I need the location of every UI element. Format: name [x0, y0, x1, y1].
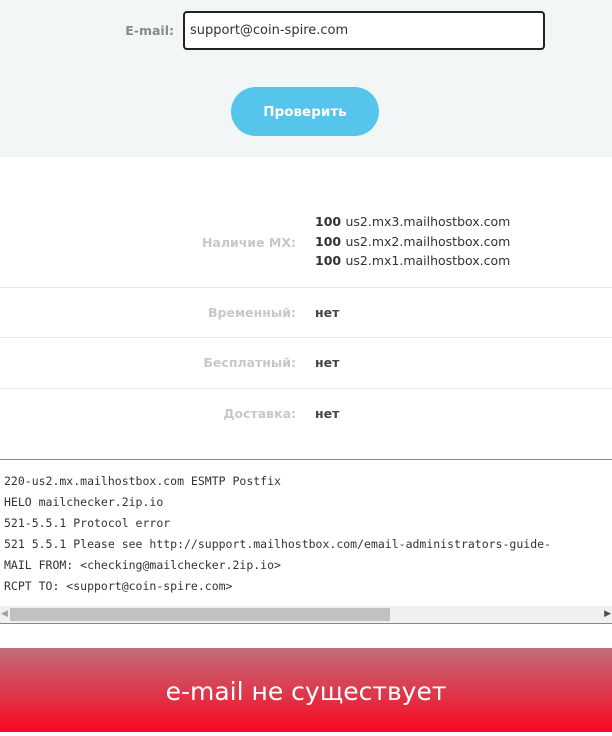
log-line: 220-us2.mx.mailhostbox.com ESMTP Postfix: [4, 474, 281, 488]
smtp-log-text: 220-us2.mx.mailhostbox.com ESMTP Postfix…: [4, 471, 551, 597]
mx-list: 100 us2.mx3.mailhostbox.com 100 us2.mx2.…: [315, 212, 510, 271]
free-row: Бесплатный: нет: [0, 338, 612, 389]
email-label: E-mail:: [125, 23, 174, 38]
temporary-label: Временный:: [208, 305, 296, 320]
scroll-left-icon[interactable]: ◀: [1, 609, 8, 619]
scroll-right-icon[interactable]: ▶: [604, 609, 611, 619]
status-banner: e-mail не существует: [0, 648, 612, 732]
log-line: RCPT TO: <support@coin-spire.com>: [4, 579, 233, 593]
temporary-row: Временный: нет: [0, 288, 612, 338]
mx-priority: 100: [315, 253, 342, 268]
horizontal-scrollbar[interactable]: ◀ ▶: [0, 606, 612, 623]
log-line: 521 5.5.1 Please see http://support.mail…: [4, 537, 551, 551]
log-line: MAIL FROM: <checking@mailchecker.2ip.io>: [4, 558, 281, 572]
temporary-value: нет: [315, 305, 340, 320]
delivery-label: Доставка:: [223, 406, 296, 421]
mx-label: Наличие MX:: [201, 235, 296, 250]
mx-record: 100 us2.mx3.mailhostbox.com: [315, 212, 510, 232]
log-line: 521-5.5.1 Protocol error: [4, 516, 171, 530]
check-form: E-mail: Проверить: [0, 0, 612, 157]
mx-record: 100 us2.mx2.mailhostbox.com: [315, 232, 510, 252]
delivery-value: нет: [315, 406, 340, 421]
log-line: HELO mailchecker.2ip.io: [4, 495, 164, 509]
mx-host: us2.mx3.mailhostbox.com: [345, 214, 511, 229]
mx-record: 100 us2.mx1.mailhostbox.com: [315, 251, 510, 271]
delivery-row: Доставка: нет: [0, 389, 612, 439]
email-input[interactable]: [183, 11, 545, 50]
smtp-log: 220-us2.mx.mailhostbox.com ESMTP Postfix…: [0, 459, 612, 624]
scrollbar-thumb[interactable]: [10, 608, 390, 621]
free-value: нет: [315, 355, 340, 370]
mx-row: Наличие MX: 100 us2.mx3.mailhostbox.com …: [0, 157, 612, 288]
check-button[interactable]: Проверить: [231, 87, 379, 136]
mx-priority: 100: [315, 233, 342, 249]
mx-priority: 100: [315, 214, 342, 229]
mx-host: us2.mx2.mailhostbox.com: [345, 233, 511, 249]
free-label: Бесплатный:: [203, 355, 296, 370]
mx-host: us2.mx1.mailhostbox.com: [345, 253, 511, 268]
